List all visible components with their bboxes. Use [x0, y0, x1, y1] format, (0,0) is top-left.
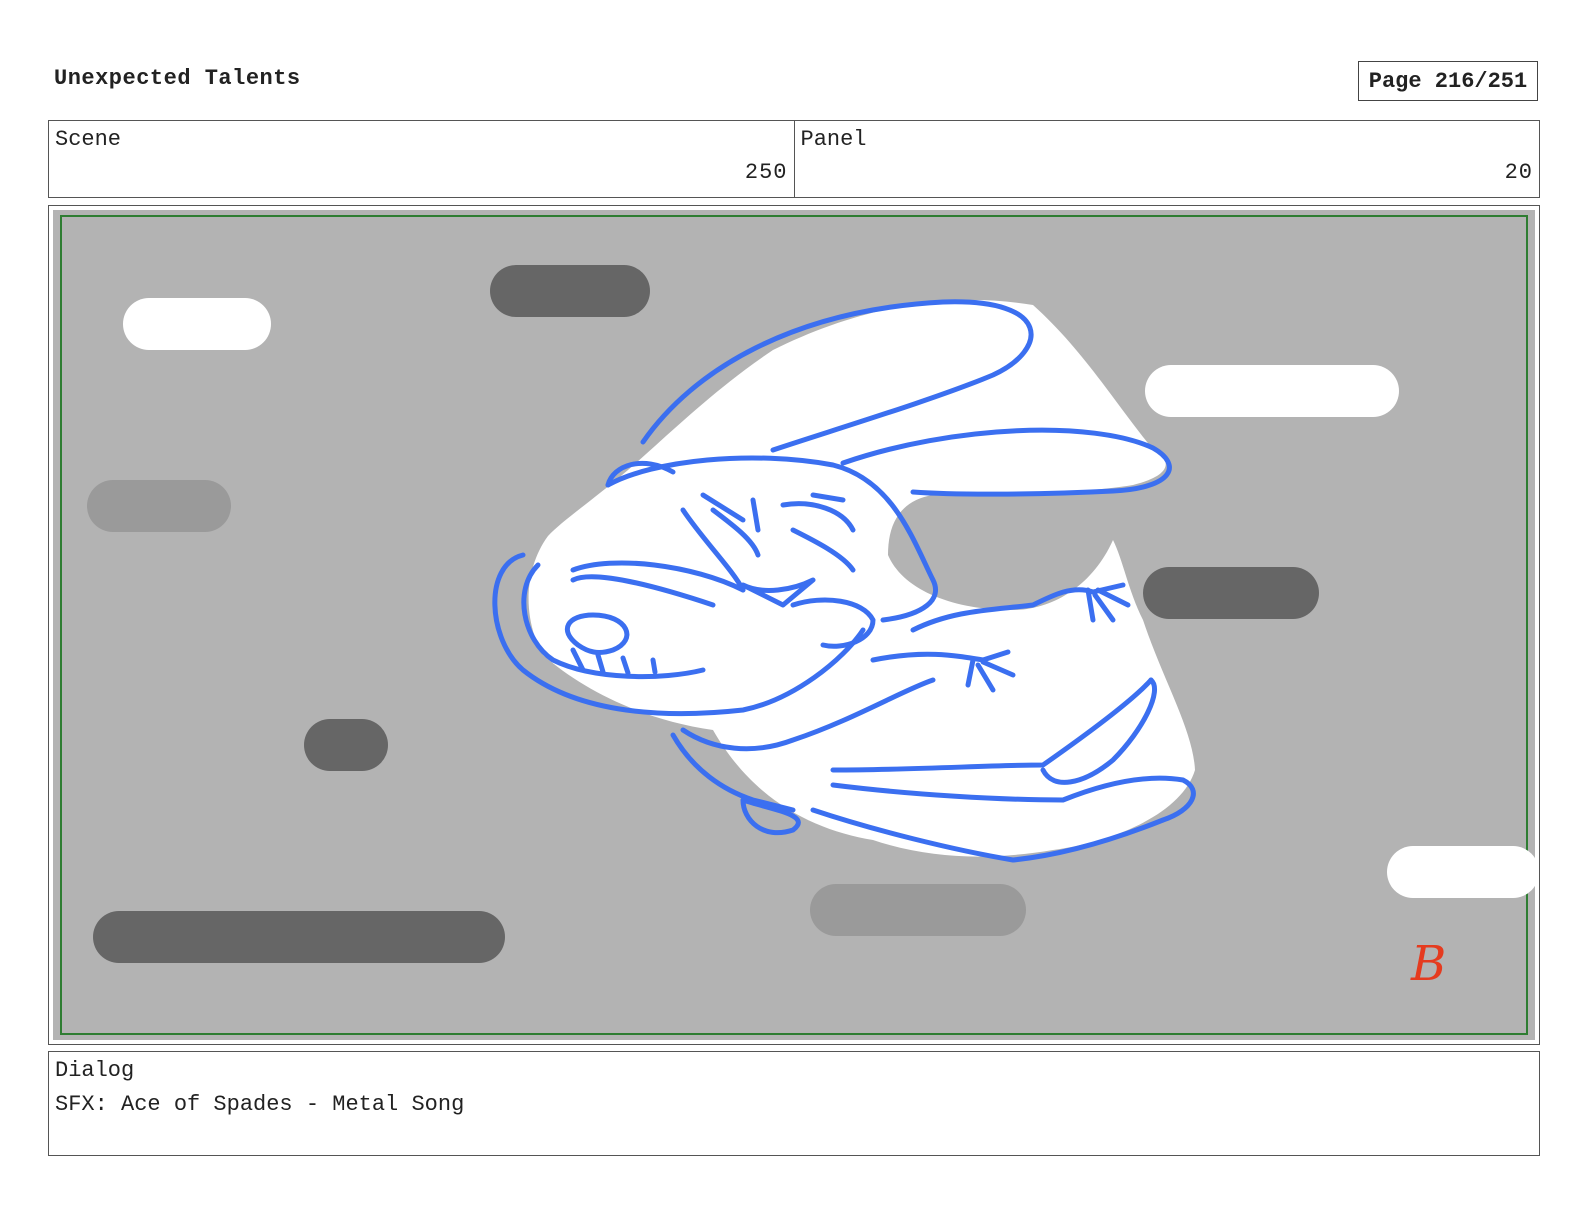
dialog-box: Dialog SFX: Ace of Spades - Metal Song — [48, 1051, 1540, 1156]
speed-streak-light — [810, 884, 1026, 936]
dialog-label: Dialog — [55, 1058, 135, 1083]
dialog-text: SFX: Ace of Spades - Metal Song — [55, 1092, 465, 1117]
speed-streak-light — [87, 480, 231, 532]
speed-streak-white — [123, 298, 271, 350]
speed-streak-dark — [490, 265, 650, 317]
panel-number: 20 — [1504, 160, 1533, 185]
scene-cell: Scene 250 — [49, 121, 794, 197]
speed-streak-dark — [93, 911, 505, 963]
storyboard-panel: B — [48, 205, 1540, 1045]
panel-label: Panel — [800, 127, 867, 152]
scene-number: 250 — [744, 160, 788, 185]
speed-streak-dark — [304, 719, 388, 771]
storyboard-title: Unexpected Talents — [54, 66, 301, 91]
panel-cell: Panel 20 — [793, 121, 1540, 197]
speed-streak-white — [1387, 846, 1535, 898]
speed-streak-dark — [1143, 567, 1319, 619]
page-number: Page 216/251 — [1358, 61, 1538, 101]
artist-signature: B — [1410, 936, 1446, 992]
scene-label: Scene — [55, 127, 122, 152]
panel-drawing: B — [53, 210, 1535, 1040]
scene-panel-info: Scene 250 Panel 20 — [48, 120, 1540, 198]
speed-streak-white — [1145, 365, 1399, 417]
